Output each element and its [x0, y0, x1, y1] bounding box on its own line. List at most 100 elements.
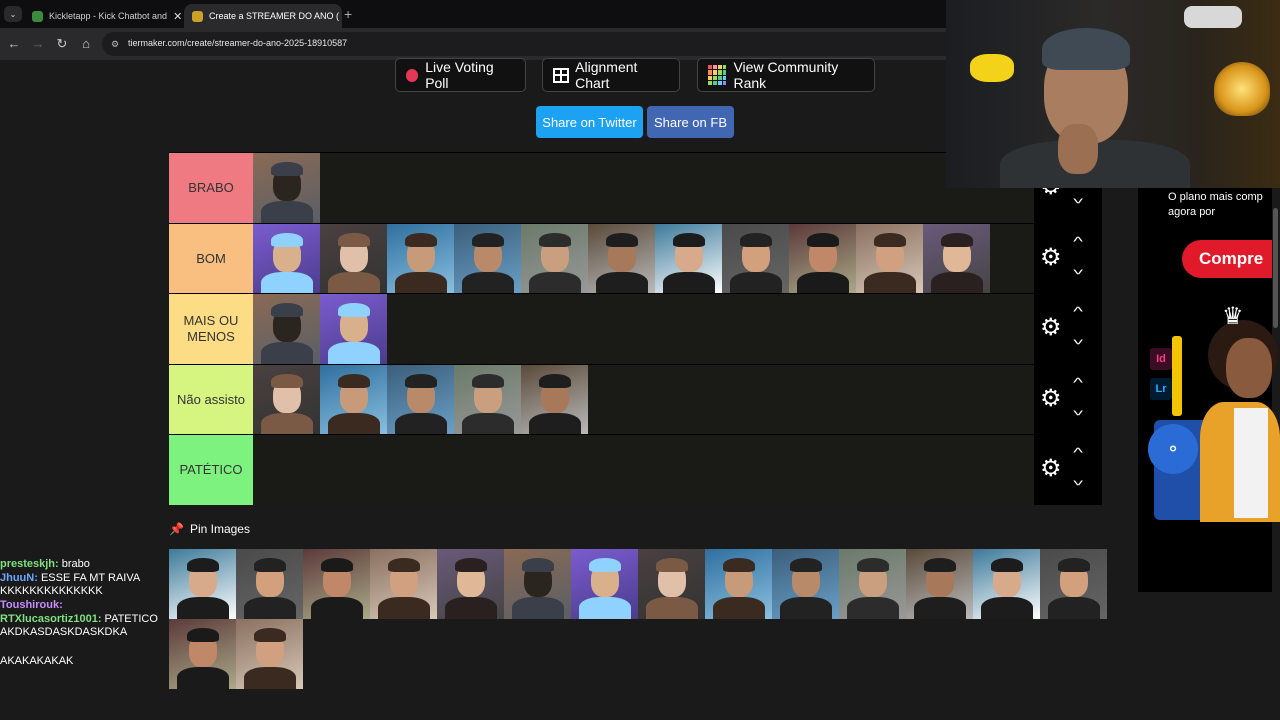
share-twitter-button[interactable]: Share on Twitter — [536, 106, 643, 138]
image-thumbnail[interactable] — [772, 549, 839, 619]
tier-settings-gear-icon[interactable]: ⚙ — [1040, 386, 1062, 411]
live-voting-poll-button[interactable]: Live Voting Poll — [395, 58, 526, 92]
move-tier-up-icon[interactable]: ^ — [1073, 375, 1083, 390]
image-thumbnail[interactable] — [571, 549, 638, 619]
thumb-shape — [1058, 558, 1090, 572]
move-tier-down-icon[interactable]: ^ — [1073, 262, 1083, 277]
image-thumbnail[interactable] — [236, 549, 303, 619]
image-thumbnail[interactable] — [1040, 549, 1107, 619]
thumb-shape — [606, 232, 638, 247]
image-thumbnail[interactable] — [387, 223, 454, 294]
reload-icon[interactable]: ↻ — [54, 36, 70, 52]
image-thumbnail[interactable] — [236, 619, 303, 689]
thumb-shape — [177, 667, 229, 689]
thumb-shape — [261, 412, 313, 435]
chat-message: RTXlucasortiz1001: PATETICO AKDKASDASKDA… — [0, 613, 165, 639]
share-fb-button[interactable]: Share on FB — [647, 106, 734, 138]
image-thumbnail[interactable] — [303, 549, 370, 619]
image-thumbnail[interactable] — [588, 223, 655, 294]
tab-tiermaker[interactable]: Create a STREAMER DO ANO ( ✕ — [184, 4, 342, 28]
close-tab-icon[interactable]: ✕ — [167, 10, 182, 23]
ad-banner[interactable]: O plano mais comp agora por Compre Id Lr… — [1138, 188, 1280, 592]
image-thumbnail[interactable] — [253, 364, 320, 435]
image-thumbnail[interactable] — [973, 549, 1040, 619]
image-thumbnail[interactable] — [839, 549, 906, 619]
thumb-shape — [981, 597, 1033, 619]
image-thumbnail[interactable] — [320, 223, 387, 294]
tab-kicklet[interactable]: Kickletapp - Kick Chatbot and ✕ — [24, 4, 184, 28]
move-tier-down-icon[interactable]: ^ — [1073, 191, 1083, 206]
image-thumbnail[interactable] — [521, 364, 588, 435]
image-thumbnail[interactable] — [722, 223, 789, 294]
webcam-overlay — [946, 0, 1280, 188]
image-thumbnail[interactable] — [320, 364, 387, 435]
move-tier-up-icon[interactable]: ^ — [1073, 445, 1083, 460]
back-arrow-icon[interactable]: ← — [6, 36, 22, 51]
move-tier-up-icon[interactable]: ^ — [1073, 234, 1083, 249]
image-thumbnail[interactable] — [253, 223, 320, 294]
lamp-left — [970, 54, 1014, 82]
tier-label[interactable]: MAIS OU MENOS — [169, 294, 253, 364]
image-thumbnail[interactable] — [923, 223, 990, 294]
thumb-shape — [338, 303, 370, 317]
image-thumbnail[interactable] — [655, 223, 722, 294]
tier-row: PATÉTICO ⚙ ^ ^ — [169, 434, 1102, 505]
site-info-icon[interactable]: ⚙ — [111, 39, 119, 50]
pin-icon: 📌 — [169, 522, 184, 536]
thumb-shape — [790, 558, 822, 572]
view-community-rank-button[interactable]: View Community Rank — [697, 58, 875, 92]
image-thumbnail[interactable] — [169, 619, 236, 689]
tier-label[interactable]: BRABO — [169, 153, 253, 223]
image-thumbnail[interactable] — [521, 223, 588, 294]
image-thumbnail[interactable] — [906, 549, 973, 619]
new-tab-icon[interactable]: + — [344, 6, 352, 22]
tier-label[interactable]: PATÉTICO — [169, 435, 253, 505]
image-thumbnail[interactable] — [253, 153, 320, 223]
tier-label[interactable]: BOM — [169, 223, 253, 294]
image-thumbnail[interactable] — [789, 223, 856, 294]
image-thumbnail[interactable] — [638, 549, 705, 619]
move-tier-up-icon[interactable]: ^ — [1073, 304, 1083, 319]
tab-search-button[interactable]: ⌄ — [4, 6, 22, 22]
image-thumbnail[interactable] — [253, 294, 320, 364]
chat-message: AKAKAKAKAK — [0, 655, 165, 668]
image-thumbnail[interactable] — [454, 364, 521, 435]
tier-settings-gear-icon[interactable]: ⚙ — [1040, 245, 1062, 270]
url-field[interactable]: ⚙ tiermaker.com/create/streamer-do-ano-2… — [102, 32, 946, 56]
thumb-shape — [271, 373, 303, 388]
image-thumbnail[interactable] — [856, 223, 923, 294]
tier-settings-gear-icon[interactable]: ⚙ — [1040, 457, 1062, 481]
image-thumbnail[interactable] — [504, 549, 571, 619]
move-tier-down-icon[interactable]: ^ — [1073, 332, 1083, 347]
tier-controls: ⚙ ^ ^ — [1034, 294, 1102, 364]
image-thumbnail[interactable] — [705, 549, 772, 619]
image-thumbnail[interactable] — [437, 549, 504, 619]
image-thumbnail[interactable] — [320, 294, 387, 364]
close-tab-icon[interactable]: ✕ — [339, 10, 342, 23]
thumb-shape — [673, 232, 705, 247]
image-thumbnail[interactable] — [454, 223, 521, 294]
thumb-shape — [864, 271, 916, 294]
pin-row — [169, 619, 303, 689]
move-tier-down-icon[interactable]: ^ — [1073, 403, 1083, 418]
thumb-shape — [596, 271, 648, 294]
chat-message: presteskjh: brabo — [0, 558, 165, 571]
thumb-shape — [405, 232, 437, 247]
move-tier-down-icon[interactable]: ^ — [1073, 473, 1083, 488]
car-model-shape — [1184, 6, 1242, 28]
thumb-shape — [874, 232, 906, 247]
home-icon[interactable]: ⌂ — [78, 36, 94, 51]
image-thumbnail[interactable] — [370, 549, 437, 619]
image-thumbnail[interactable] — [169, 549, 236, 619]
tier-controls: ⚙ ^ ^ — [1034, 435, 1102, 505]
ad-headline: O plano mais comp agora por — [1168, 191, 1263, 218]
tier-settings-gear-icon[interactable]: ⚙ — [1040, 316, 1062, 340]
ad-scroll-thumb[interactable] — [1273, 208, 1278, 328]
forward-arrow-icon[interactable]: → — [30, 36, 46, 51]
thumb-shape — [187, 558, 219, 572]
alignment-chart-button[interactable]: Alignment Chart — [542, 58, 680, 92]
tier-label[interactable]: Não assisto — [169, 364, 253, 435]
ad-buy-button[interactable]: Compre — [1182, 240, 1280, 278]
image-thumbnail[interactable] — [387, 364, 454, 435]
rank-mosaic-icon — [708, 65, 727, 85]
